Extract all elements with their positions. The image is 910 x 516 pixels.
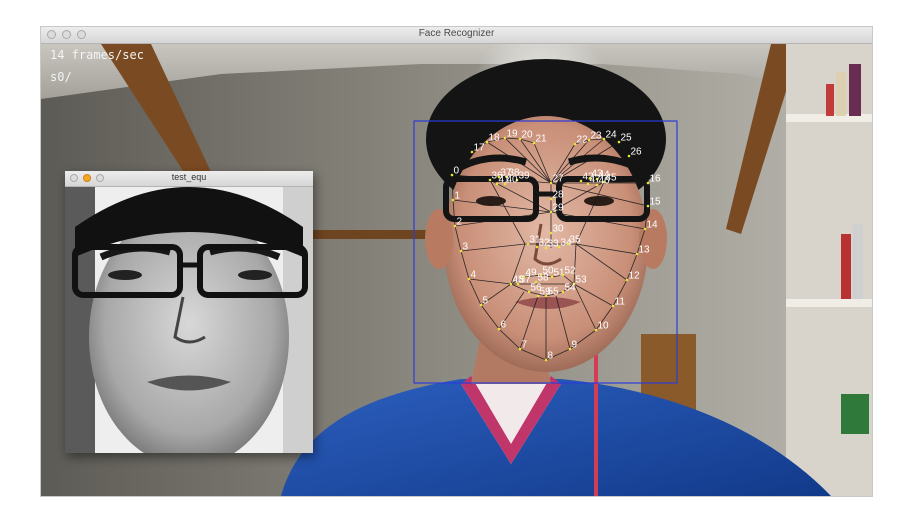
landmark-label-30: 30 xyxy=(553,224,565,235)
landmark-label-25: 25 xyxy=(621,133,633,144)
landmark-label-52: 52 xyxy=(565,266,577,277)
test-equ-window: test_equ xyxy=(65,171,313,453)
landmark-label-24: 24 xyxy=(606,130,618,141)
landmark-label-7: 7 xyxy=(522,340,528,351)
landmark-label-8: 8 xyxy=(548,351,554,362)
landmark-label-27: 27 xyxy=(553,174,565,185)
face-recognizer-window: Face Recognizer 0 1 2 3 4 5 6 7 8 9 10 1… xyxy=(41,27,872,496)
landmark-label-12: 12 xyxy=(629,271,641,282)
landmark-label-18: 18 xyxy=(489,133,501,144)
landmark-label-28: 28 xyxy=(553,190,565,201)
window-title: Face Recognizer xyxy=(418,28,495,39)
landmark-label-0: 0 xyxy=(454,166,460,177)
equalized-face-image xyxy=(65,187,313,453)
landmark-label-19: 19 xyxy=(507,129,519,140)
landmark-label-11: 11 xyxy=(615,297,626,308)
landmark-label-20: 20 xyxy=(522,130,534,141)
landmark-label-13: 13 xyxy=(639,245,651,256)
window-titlebar: Face Recognizer xyxy=(41,27,872,44)
landmark-label-35: 35 xyxy=(570,235,582,246)
landmark-label-6: 6 xyxy=(501,320,507,331)
landmark-label-16: 16 xyxy=(650,174,662,185)
landmark-label-33: 33 xyxy=(548,239,560,250)
camera-feed: 0 1 2 3 4 5 6 7 8 9 10 11 12 13 14 15 16 17 18 19 20 21 22 23 24… xyxy=(41,27,872,496)
landmark-label-41: 41 xyxy=(499,175,511,186)
landmark-label-59: 59 xyxy=(540,287,552,298)
landmark-label-9: 9 xyxy=(572,340,578,351)
landmark-label-4: 4 xyxy=(471,270,477,281)
landmark-label-10: 10 xyxy=(598,321,610,332)
landmark-label-58: 58 xyxy=(538,273,550,284)
landmark-label-39: 39 xyxy=(519,171,531,182)
landmark-label-57: 57 xyxy=(520,275,532,286)
landmark-label-15: 15 xyxy=(650,197,662,208)
landmark-label-17: 17 xyxy=(474,143,486,154)
landmark-label-5: 5 xyxy=(483,296,489,307)
landmark-label-23: 23 xyxy=(591,131,603,142)
subject-label: s0/ xyxy=(50,70,72,84)
sub-window-title: test_equ xyxy=(171,172,207,182)
landmark-label-26: 26 xyxy=(631,147,643,158)
landmark-label-14: 14 xyxy=(647,220,659,231)
sub-window-titlebar: test_equ xyxy=(65,171,313,187)
landmark-label-21: 21 xyxy=(536,134,548,145)
landmark-label-53: 53 xyxy=(576,275,588,286)
landmark-label-2: 2 xyxy=(457,217,463,228)
landmark-label-3: 3 xyxy=(463,242,469,253)
landmark-label-51: 51 xyxy=(554,268,566,279)
fps-readout: 14 frames/sec xyxy=(50,48,144,62)
landmark-label-54: 54 xyxy=(565,283,577,294)
landmark-label-47: 47 xyxy=(590,175,602,186)
landmark-label-1: 1 xyxy=(455,191,461,202)
landmark-label-22: 22 xyxy=(577,135,589,146)
landmark-label-29: 29 xyxy=(553,203,565,214)
